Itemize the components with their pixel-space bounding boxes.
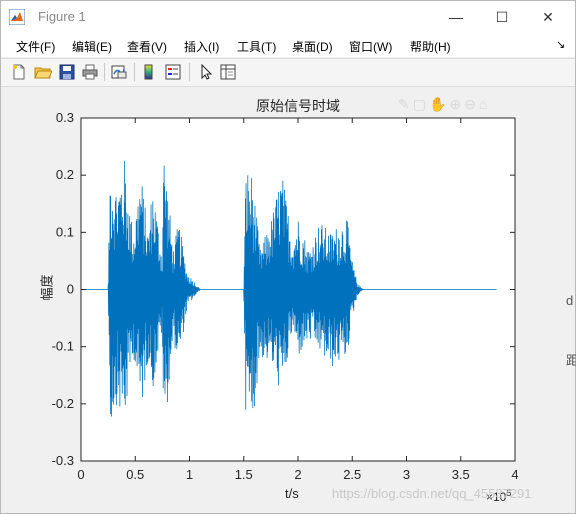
x-tick-label: 1 — [186, 467, 193, 482]
y-tick-label: 0.2 — [56, 167, 74, 182]
axes-toolbar-ghost[interactable]: ✎▢✋⊕⊖⌂ — [398, 96, 490, 113]
axes-title: 原始信号时域 — [256, 99, 340, 115]
y-tick-label: 0.3 — [56, 110, 74, 125]
x-tick-label: 1.5 — [235, 467, 253, 482]
x-tick-label: 3 — [403, 467, 410, 482]
signal-plot[interactable]: 0 0.5 1 1.5 2 2.5 3 3.5 4 0.3 0.2 0.1 0 -0.1 -0.2 -0.3 — [0, 0, 576, 514]
edge-text-fragment: 距 — [566, 353, 576, 368]
y-axis-label: 幅度 — [40, 274, 56, 301]
y-tick-label: 0.1 — [56, 224, 74, 239]
x-tick-label: 2.5 — [343, 467, 361, 482]
x-tick-label: 0.5 — [126, 467, 144, 482]
watermark-text: https://blog.csdn.net/qq_45537291 — [332, 486, 532, 501]
x-tick-label: 2 — [294, 467, 301, 482]
x-tick-label: 0 — [77, 467, 84, 482]
y-tick-label: 0 — [67, 282, 74, 297]
y-tick-label: -0.3 — [52, 453, 74, 468]
y-tick-label: -0.2 — [52, 396, 74, 411]
edge-text-fragment: d — [566, 293, 574, 308]
x-tick-label: 4 — [511, 467, 518, 482]
x-axis-label: t/s — [285, 486, 299, 501]
y-tick-label: -0.1 — [52, 339, 74, 354]
x-tick-label: 3.5 — [452, 467, 470, 482]
